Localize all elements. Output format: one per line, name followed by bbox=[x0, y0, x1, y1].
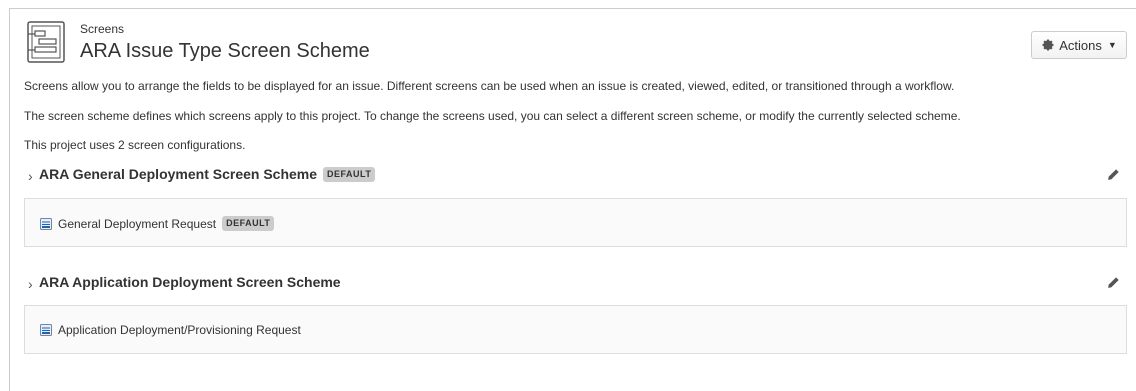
page-title: ARA Issue Type Screen Scheme bbox=[80, 40, 370, 62]
gear-icon bbox=[1042, 39, 1054, 51]
scheme-header-general: › ARA General Deployment Screen Scheme D… bbox=[28, 166, 1120, 188]
scheme-header-application: › ARA Application Deployment Screen Sche… bbox=[28, 274, 1120, 296]
description-line-1: Screens allow you to arrange the fields … bbox=[24, 79, 955, 93]
actions-label: Actions bbox=[1059, 37, 1102, 53]
chevron-down-icon: ▼ bbox=[1107, 40, 1117, 50]
scheme-title-text: ARA Application Deployment Screen Scheme bbox=[39, 274, 341, 290]
screen-icon bbox=[40, 217, 52, 230]
scheme-title-text: ARA General Deployment Screen Scheme bbox=[39, 166, 318, 182]
default-badge: DEFAULT bbox=[222, 216, 275, 231]
screen-item[interactable]: Application Deployment/Provisioning Requ… bbox=[40, 323, 301, 337]
default-badge: DEFAULT bbox=[323, 166, 376, 182]
scheme-title[interactable]: ARA Application Deployment Screen Scheme bbox=[39, 274, 341, 290]
description-line-2: The screen scheme defines which screens … bbox=[24, 109, 961, 123]
scheme-title[interactable]: ARA General Deployment Screen Scheme DEF… bbox=[39, 166, 376, 182]
chevron-right-icon[interactable]: › bbox=[28, 168, 33, 184]
screen-icon bbox=[40, 324, 52, 336]
actions-button[interactable]: Actions ▼ bbox=[1031, 31, 1127, 59]
breadcrumb-screens: Screens bbox=[80, 22, 125, 36]
pencil-icon[interactable] bbox=[1106, 168, 1120, 182]
screen-label: General Deployment Request bbox=[58, 216, 217, 231]
description-line-3: This project uses 2 screen configuration… bbox=[24, 138, 246, 152]
screen-list: General Deployment Request DEFAULT bbox=[24, 198, 1127, 247]
screen-item[interactable]: General Deployment Request DEFAULT bbox=[40, 216, 275, 231]
screen-scheme-icon bbox=[27, 21, 65, 63]
pencil-icon[interactable] bbox=[1106, 276, 1120, 290]
screen-label: Application Deployment/Provisioning Requ… bbox=[58, 323, 301, 337]
screen-list: Application Deployment/Provisioning Requ… bbox=[24, 305, 1127, 354]
chevron-right-icon[interactable]: › bbox=[28, 276, 33, 292]
